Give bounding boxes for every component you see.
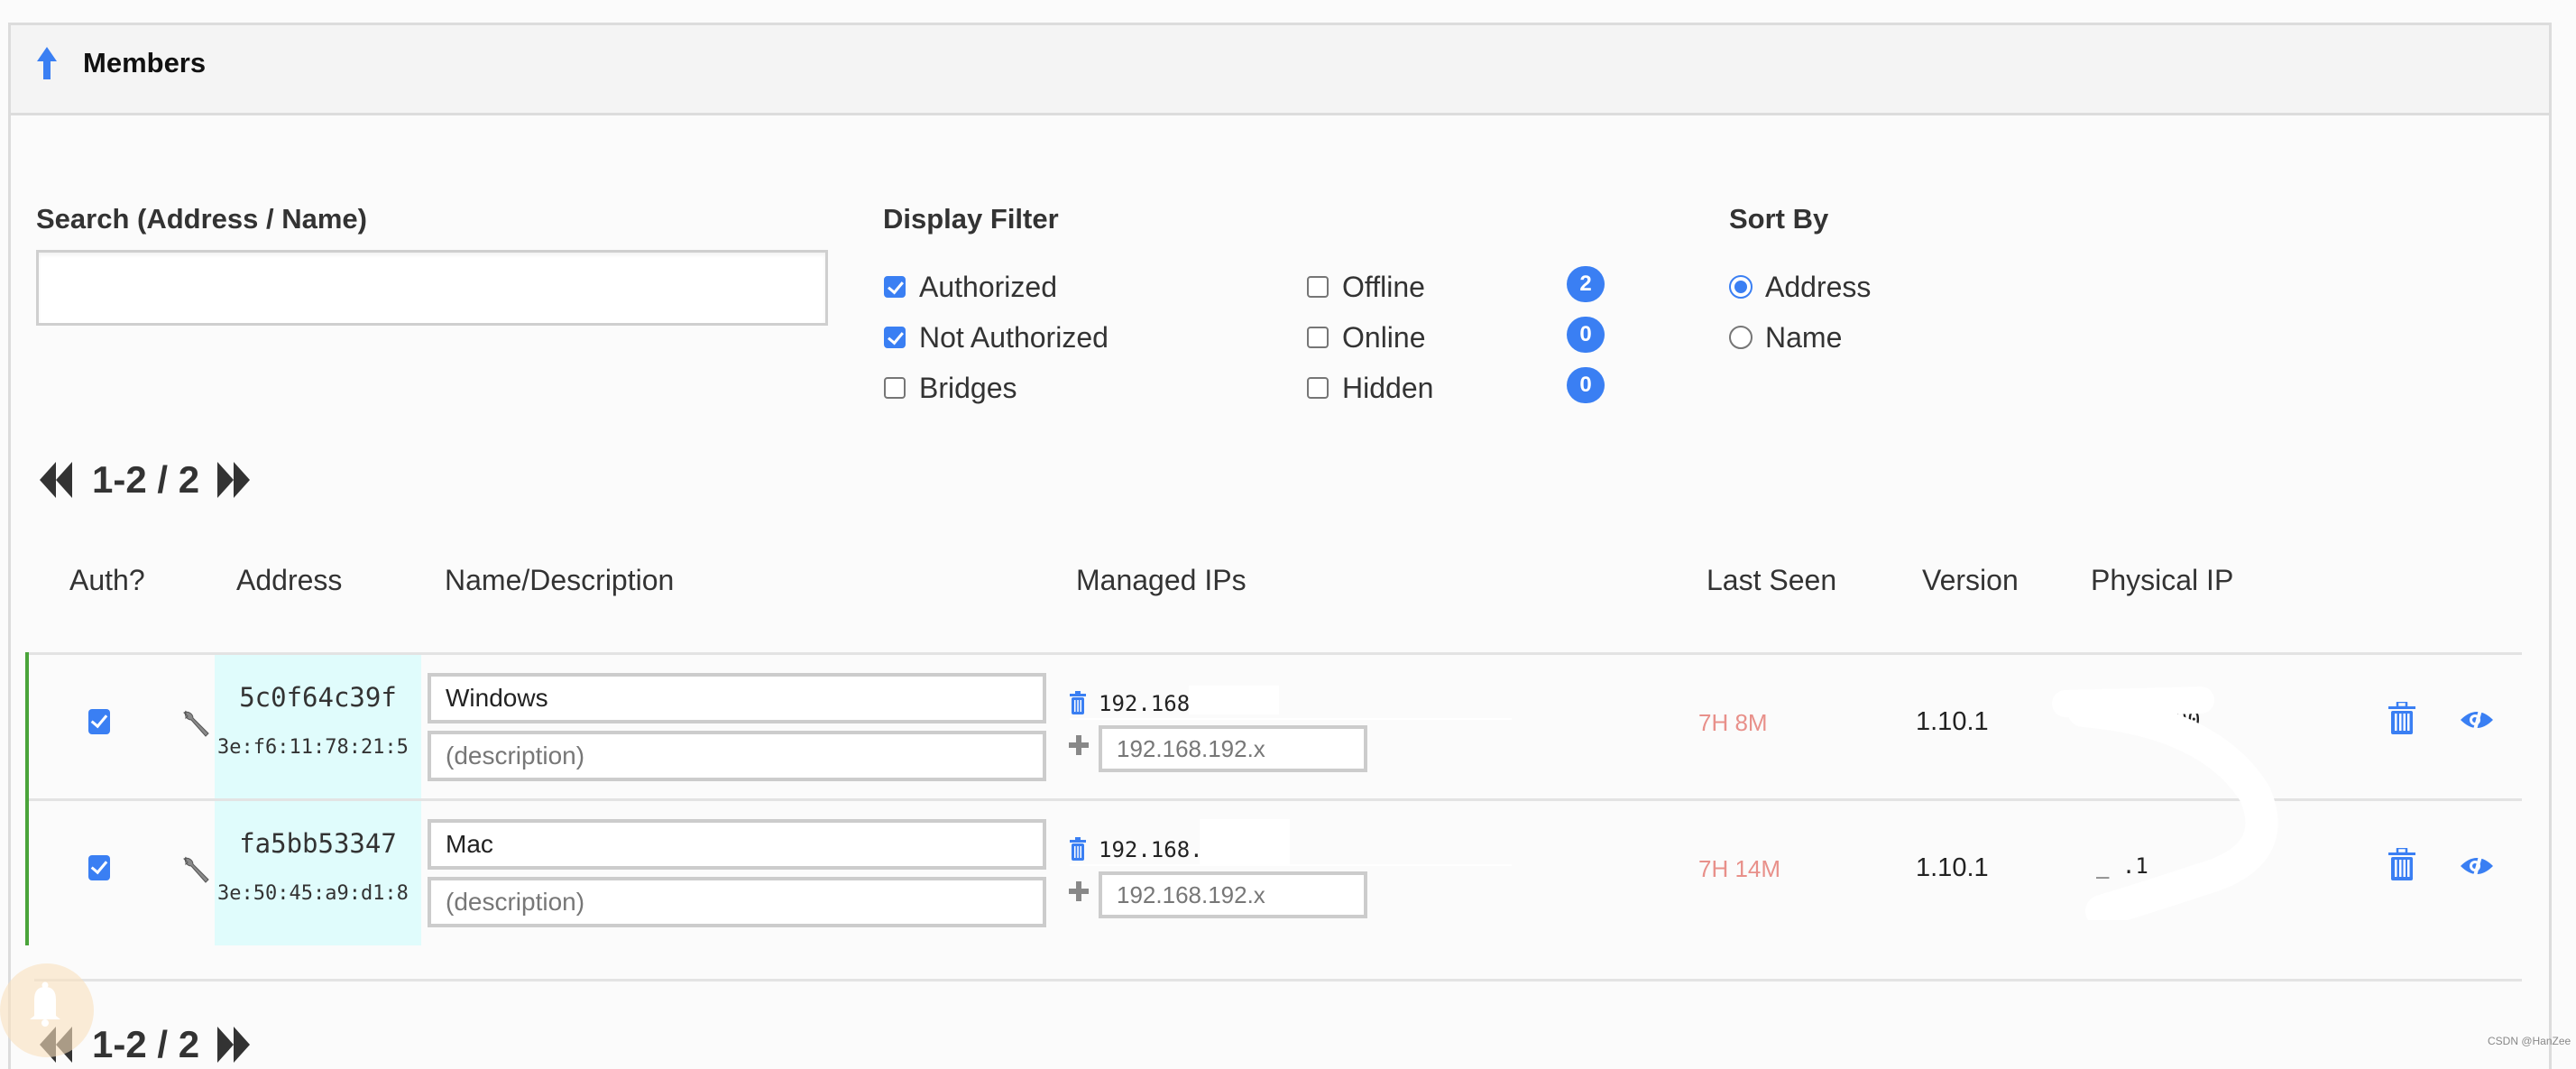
arrow-up-icon[interactable]	[37, 47, 57, 79]
pagination-text: 1-2 / 2	[92, 458, 200, 501]
search-label: Search (Address / Name)	[36, 203, 367, 235]
add-ip-input[interactable]	[1099, 871, 1367, 918]
redaction	[1189, 686, 1279, 714]
search-input[interactable]	[36, 250, 828, 326]
watermark: CSDN @HanZee	[2488, 1035, 2571, 1047]
column-header-auth: Auth?	[69, 564, 145, 596]
divider	[34, 979, 2522, 981]
authorize-checkbox[interactable]	[88, 709, 110, 734]
add-ip-icon[interactable]	[1069, 881, 1089, 901]
column-header-physical-ip: Physical IP	[2091, 564, 2234, 596]
member-name-input[interactable]	[428, 819, 1046, 870]
column-header-last-seen: Last Seen	[1707, 564, 1837, 596]
address-cell	[215, 801, 421, 945]
add-ip-input[interactable]	[1099, 725, 1367, 772]
mac-address: 3e:f6:11:78:21:5	[217, 736, 409, 759]
authorize-checkbox[interactable]	[88, 855, 110, 880]
column-header-version: Version	[1922, 564, 2019, 596]
add-ip-icon[interactable]	[1069, 735, 1089, 755]
filter-hidden-label[interactable]: Hidden	[1342, 372, 1433, 405]
redaction-line	[1070, 864, 1512, 866]
delete-member-icon[interactable]	[2388, 848, 2415, 880]
column-header-address[interactable]: Address	[236, 564, 342, 597]
filter-online-checkbox[interactable]	[1307, 327, 1329, 348]
remove-ip-icon[interactable]	[1070, 837, 1086, 861]
filter-not-authorized-checkbox[interactable]	[884, 327, 906, 348]
fast-forward-icon[interactable]	[214, 462, 252, 498]
pagination-text: 1-2 / 2	[92, 1023, 200, 1065]
node-id: fa5bb53347	[239, 828, 397, 859]
filter-bridges-checkbox[interactable]	[884, 377, 906, 399]
filter-offline-label[interactable]: Offline	[1342, 271, 1425, 304]
member-name-input[interactable]	[428, 673, 1046, 723]
filter-offline-checkbox[interactable]	[1307, 276, 1329, 298]
filter-bridges-label[interactable]: Bridges	[919, 372, 1017, 405]
column-header-name[interactable]: Name/Description	[445, 564, 674, 597]
wrench-icon[interactable]	[180, 707, 213, 740]
delete-member-icon[interactable]	[2388, 702, 2415, 734]
version: 1.10.1	[1916, 707, 1989, 736]
fast-forward-icon[interactable]	[214, 1027, 252, 1063]
physical-ip: _ .1	[2096, 853, 2148, 879]
filter-authorized-checkbox[interactable]	[884, 276, 906, 298]
panel-title: Members	[83, 47, 207, 78]
authorized-indicator	[25, 798, 29, 945]
version: 1.10.1	[1916, 853, 1989, 882]
display-filter-label: Display Filter	[883, 203, 1059, 235]
authorized-indicator	[25, 652, 29, 799]
column-header-managed-ips: Managed IPs	[1076, 564, 1247, 596]
mac-address: 3e:50:45:a9:d1:8	[217, 882, 409, 905]
managed-ip: 192.168	[1099, 691, 1191, 716]
sort-address-label[interactable]: Address	[1765, 271, 1871, 304]
offline-count-badge: 2	[1567, 266, 1605, 302]
sort-by-label: Sort By	[1729, 203, 1829, 235]
panel-header[interactable]: Members	[11, 25, 2549, 115]
hidden-count-badge: 0	[1567, 367, 1605, 403]
eye-slash-icon[interactable]	[2459, 848, 2495, 884]
filter-hidden-checkbox[interactable]	[1307, 377, 1329, 399]
filter-not-authorized-label[interactable]: Not Authorized	[919, 321, 1109, 355]
member-description-input[interactable]	[428, 877, 1046, 927]
filter-authorized-label[interactable]: Authorized	[919, 271, 1057, 304]
table-row: fa5bb53347 3e:50:45:a9:d1:8 192.168. 7H …	[25, 798, 2522, 945]
last-seen: 7H 8M	[1698, 709, 1768, 736]
redaction	[1200, 819, 1290, 864]
eye-slash-icon[interactable]	[2459, 702, 2495, 738]
physical-ip: . .5.190	[2096, 707, 2201, 733]
filter-online-label[interactable]: Online	[1342, 321, 1426, 355]
remove-ip-icon[interactable]	[1070, 691, 1086, 714]
notification-button[interactable]	[0, 963, 94, 1057]
pagination-top: 1-2 / 2	[40, 457, 252, 502]
sort-address-radio[interactable]	[1729, 275, 1753, 299]
wrench-icon[interactable]	[180, 853, 213, 886]
fast-backward-icon[interactable]	[40, 462, 78, 498]
member-description-input[interactable]	[428, 731, 1046, 781]
sort-name-label[interactable]: Name	[1765, 321, 1842, 355]
address-cell	[215, 655, 421, 799]
last-seen: 7H 14M	[1698, 855, 1781, 882]
redaction-line	[1070, 718, 1512, 720]
bell-icon	[30, 981, 60, 1027]
online-count-badge: 0	[1567, 317, 1605, 353]
table-row: 5c0f64c39f 3e:f6:11:78:21:5 192.168 7H 8…	[25, 652, 2522, 799]
sort-name-radio[interactable]	[1729, 326, 1753, 349]
managed-ip: 192.168.	[1099, 837, 1203, 862]
node-id: 5c0f64c39f	[239, 682, 397, 713]
